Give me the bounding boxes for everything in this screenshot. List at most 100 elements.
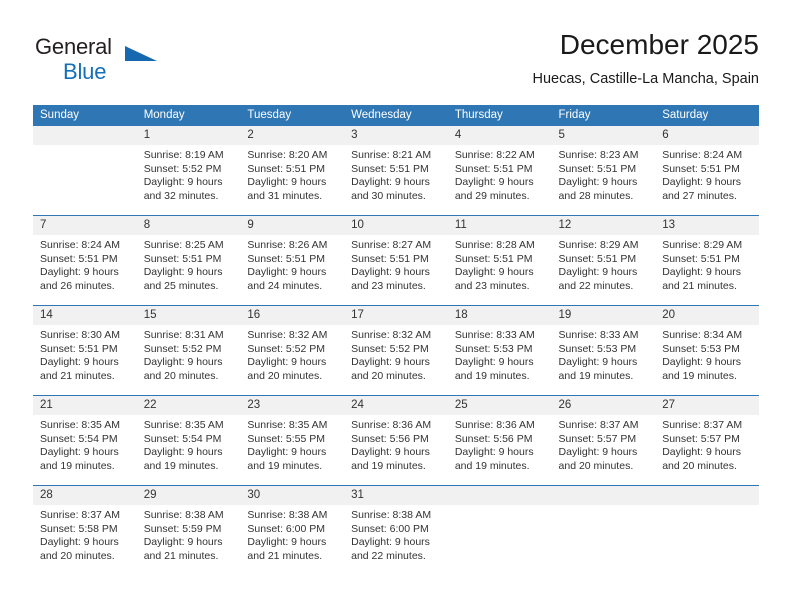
calendar-day-cell[interactable]: 24 Sunrise: 8:36 AM Sunset: 5:56 PM Dayligh… [344, 396, 448, 485]
calendar-day-cell[interactable]: 28 Sunrise: 8:37 AM Sunset: 5:58 PM Dayligh… [33, 486, 137, 575]
daylight-text-line2: and 27 minutes. [662, 189, 737, 202]
sunset-text: Sunset: 5:56 PM [454, 432, 533, 445]
day-details: Sunrise: 8:36 AM Sunset: 5:56 PM Daylight:… [448, 415, 552, 473]
day-details: Sunrise: 8:36 AM Sunset: 5:56 PM Daylight:… [344, 415, 448, 473]
calendar-day-cell[interactable]: 12 Sunrise: 8:29 AM Sunset: 5:51 PM Dayligh… [551, 216, 656, 305]
daylight-text-line1: Daylight: 9 hours [247, 266, 327, 279]
calendar-day-cell[interactable]: 29 Sunrise: 8:38 AM Sunset: 5:59 PM Dayligh… [136, 486, 241, 575]
weekday-header-thursday: Thursday [447, 105, 552, 126]
sunset-text: Sunset: 5:54 PM [40, 432, 118, 445]
day-number: 24 [344, 396, 448, 415]
daylight-text-line1: Daylight: 9 hours [454, 266, 534, 279]
day-number: 13 [655, 216, 759, 235]
calendar-header-row: Sunday Monday Tuesday Wednesday Thursday Frid… [33, 105, 759, 126]
daylight-text-line1: Daylight: 9 hours [662, 176, 742, 189]
calendar-day-cell[interactable]: 15 Sunrise: 8:31 AM Sunset: 5:52 PM Dayligh… [136, 306, 241, 395]
daylight-text-line2: and 20 minutes. [558, 459, 634, 472]
daylight-text-line1: Daylight: 9 hours [247, 356, 327, 369]
sunrise-text: Sunrise: 8:37 AM [558, 419, 639, 431]
sunrise-text: Sunrise: 8:37 AM [40, 509, 120, 521]
sunrise-text: Sunrise: 8:38 AM [143, 509, 224, 521]
sunrise-text: Sunrise: 8:32 AM [247, 329, 328, 341]
sunset-text: Sunset: 5:52 PM [247, 342, 326, 355]
sunset-text: Sunset: 5:53 PM [662, 342, 740, 355]
day-details: Sunrise: 8:26 AM Sunset: 5:51 PM Daylight:… [240, 235, 344, 293]
daylight-text-line1: Daylight: 9 hours [662, 446, 742, 459]
calendar-day-cell[interactable]: 16 Sunrise: 8:32 AM Sunset: 5:52 PM Dayligh… [240, 306, 345, 395]
calendar-week-row: 7 Sunrise: 8:24 AM Sunset: 5:51 PM Daylight… [33, 215, 759, 306]
day-details: Sunrise: 8:33 AM Sunset: 5:53 PM Daylight:… [552, 325, 656, 383]
daylight-text-line2: and 19 minutes. [558, 369, 634, 382]
daylight-text-line1: Daylight: 9 hours [143, 266, 223, 279]
day-details: Sunrise: 8:33 AM Sunset: 5:53 PM Daylight:… [448, 325, 552, 383]
calendar-day-cell[interactable]: 31 Sunrise: 8:38 AM Sunset: 6:00 PM Dayligh… [344, 486, 448, 575]
calendar-day-cell[interactable]: 18 Sunrise: 8:33 AM Sunset: 5:53 PM Dayligh… [447, 306, 552, 395]
calendar-day-cell[interactable]: 6 Sunrise: 8:24 AM Sunset: 5:51 PM Daylight… [655, 126, 759, 215]
general-blue-logo[interactable]: General Blue [33, 34, 243, 90]
daylight-text-line2: and 30 minutes. [351, 189, 426, 202]
calendar-day-cell[interactable]: 1 Sunrise: 8:19 AM Sunset: 5:52 PM Daylight… [136, 126, 241, 215]
daylight-text-line2: and 32 minutes. [143, 189, 219, 202]
calendar-day-cell[interactable]: 17 Sunrise: 8:32 AM Sunset: 5:52 PM Dayligh… [344, 306, 448, 395]
calendar-day-cell[interactable]: 14 Sunrise: 8:30 AM Sunset: 5:51 PM Dayligh… [33, 306, 137, 395]
calendar-day-cell[interactable]: 23 Sunrise: 8:35 AM Sunset: 5:55 PM Dayligh… [240, 396, 345, 485]
day-number [33, 126, 137, 145]
day-number: 2 [240, 126, 345, 145]
daylight-text-line1: Daylight: 9 hours [247, 176, 327, 189]
calendar-day-cell[interactable]: 9 Sunrise: 8:26 AM Sunset: 5:51 PM Daylight… [240, 216, 345, 305]
sunrise-text: Sunrise: 8:20 AM [247, 149, 328, 161]
calendar-day-cell[interactable]: 4 Sunrise: 8:22 AM Sunset: 5:51 PM Daylight… [447, 126, 552, 215]
calendar-day-cell[interactable]: 25 Sunrise: 8:36 AM Sunset: 5:56 PM Dayligh… [447, 396, 552, 485]
calendar-day-cell[interactable]: 19 Sunrise: 8:33 AM Sunset: 5:53 PM Dayligh… [551, 306, 656, 395]
sunrise-text: Sunrise: 8:23 AM [558, 149, 639, 161]
calendar-page: General Blue December 2025 Huecas, Casti… [0, 0, 792, 612]
daylight-text-line2: and 29 minutes. [454, 189, 530, 202]
daylight-text-line2: and 25 minutes. [143, 279, 219, 292]
sunrise-text: Sunrise: 8:36 AM [454, 419, 535, 431]
day-number: 23 [240, 396, 345, 415]
sunrise-text: Sunrise: 8:33 AM [558, 329, 639, 341]
day-details: Sunrise: 8:22 AM Sunset: 5:51 PM Daylight:… [448, 145, 552, 203]
calendar-day-cell[interactable]: 27 Sunrise: 8:37 AM Sunset: 5:57 PM Dayligh… [655, 396, 759, 485]
calendar-day-cell[interactable]: 26 Sunrise: 8:37 AM Sunset: 5:57 PM Dayligh… [551, 396, 656, 485]
calendar-day-cell[interactable]: 5 Sunrise: 8:23 AM Sunset: 5:51 PM Daylight… [551, 126, 656, 215]
title-block: December 2025 Huecas, Castille-La Mancha… [533, 28, 759, 90]
daylight-text-line1: Daylight: 9 hours [351, 266, 430, 279]
calendar-day-cell[interactable]: 11 Sunrise: 8:28 AM Sunset: 5:51 PM Dayligh… [447, 216, 552, 305]
day-details: Sunrise: 8:29 AM Sunset: 5:51 PM Daylight:… [655, 235, 759, 293]
calendar-day-cell[interactable]: 2 Sunrise: 8:20 AM Sunset: 5:51 PM Daylight… [240, 126, 345, 215]
sunset-text: Sunset: 5:51 PM [40, 252, 118, 265]
daylight-text-line1: Daylight: 9 hours [40, 446, 119, 459]
day-details: Sunrise: 8:35 AM Sunset: 5:55 PM Daylight:… [240, 415, 344, 473]
daylight-text-line1: Daylight: 9 hours [454, 446, 534, 459]
sunrise-text: Sunrise: 8:34 AM [662, 329, 743, 341]
page-title: December 2025 [559, 29, 759, 60]
calendar-day-cell[interactable]: 3 Sunrise: 8:21 AM Sunset: 5:51 PM Daylight… [344, 126, 448, 215]
day-details: Sunrise: 8:20 AM Sunset: 5:51 PM Daylight:… [240, 145, 344, 203]
daylight-text-line1: Daylight: 9 hours [351, 446, 430, 459]
calendar-day-cell[interactable]: 20 Sunrise: 8:34 AM Sunset: 5:53 PM Dayligh… [655, 306, 759, 395]
daylight-text-line2: and 31 minutes. [247, 189, 323, 202]
calendar-day-cell[interactable]: 22 Sunrise: 8:35 AM Sunset: 5:54 PM Dayligh… [136, 396, 241, 485]
sunrise-text: Sunrise: 8:35 AM [143, 419, 224, 431]
logo-text-blue: Blue [63, 59, 107, 84]
calendar-day-cell[interactable]: 7 Sunrise: 8:24 AM Sunset: 5:51 PM Daylight… [33, 216, 137, 305]
calendar-day-cell[interactable]: 8 Sunrise: 8:25 AM Sunset: 5:51 PM Daylight… [136, 216, 241, 305]
day-details: Sunrise: 8:29 AM Sunset: 5:51 PM Daylight:… [552, 235, 656, 293]
calendar-day-cell[interactable]: 13 Sunrise: 8:29 AM Sunset: 5:51 PM Dayligh… [655, 216, 759, 305]
daylight-text-line1: Daylight: 9 hours [454, 176, 534, 189]
day-number: 30 [240, 486, 345, 505]
day-details: Sunrise: 8:19 AM Sunset: 5:52 PM Daylight:… [137, 145, 241, 203]
day-number: 20 [655, 306, 759, 325]
sunset-text: Sunset: 5:59 PM [143, 522, 222, 535]
day-details: Sunrise: 8:38 AM Sunset: 6:00 PM Daylight:… [240, 505, 344, 563]
daylight-text-line1: Daylight: 9 hours [454, 356, 534, 369]
sunset-text: Sunset: 5:51 PM [662, 252, 740, 265]
day-number: 18 [447, 306, 552, 325]
calendar-day-cell[interactable]: 30 Sunrise: 8:38 AM Sunset: 6:00 PM Dayligh… [240, 486, 345, 575]
calendar-day-cell[interactable]: 21 Sunrise: 8:35 AM Sunset: 5:54 PM Dayligh… [33, 396, 137, 485]
day-number: 31 [344, 486, 448, 505]
weekday-header-tuesday: Tuesday [240, 105, 345, 126]
calendar-day-cell[interactable]: 10 Sunrise: 8:27 AM Sunset: 5:51 PM Dayligh… [344, 216, 448, 305]
day-number: 27 [655, 396, 759, 415]
